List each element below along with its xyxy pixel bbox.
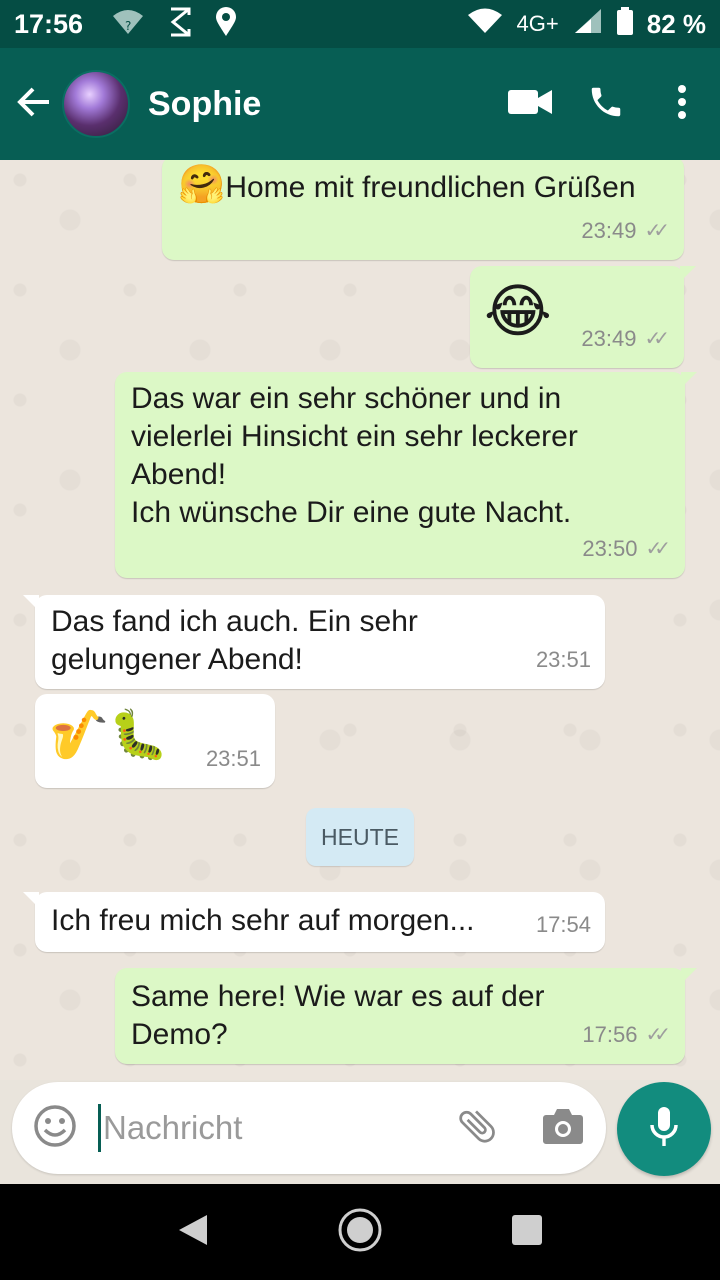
phone-icon bbox=[587, 83, 625, 126]
message-text-line: gelungener Abend! bbox=[51, 643, 303, 676]
message-time: 23:51 bbox=[535, 647, 591, 672]
signal-icon bbox=[573, 7, 603, 41]
message-time: 23:49 bbox=[581, 218, 637, 243]
triangle-back-icon bbox=[177, 1213, 209, 1252]
more-vert-icon bbox=[677, 84, 687, 125]
message-text: Ich freu mich sehr auf morgen... bbox=[51, 904, 475, 937]
message-incoming[interactable]: Das fand ich auch. Ein sehr gelungener A… bbox=[23, 595, 605, 689]
camera-button[interactable] bbox=[520, 1082, 606, 1174]
system-nav-bar bbox=[0, 1184, 720, 1280]
svg-text:?: ? bbox=[125, 19, 131, 33]
hugging-emoji: 🤗 bbox=[178, 164, 226, 206]
voice-call-button[interactable] bbox=[568, 48, 644, 160]
voice-message-button[interactable] bbox=[617, 1082, 711, 1176]
more-options-button[interactable] bbox=[644, 48, 720, 160]
microphone-icon bbox=[649, 1105, 679, 1154]
message-time: 23:50 bbox=[582, 536, 638, 561]
message-text-line: Same here! Wie war es auf der bbox=[131, 980, 545, 1013]
message-text: Home mit freundlichen Grüßen bbox=[225, 171, 636, 204]
double-check-icon: ✓✓ bbox=[644, 220, 669, 242]
message-text-line: Abend! bbox=[131, 458, 227, 491]
message-outgoing[interactable]: Same here! Wie war es auf der Demo? 17:5… bbox=[115, 968, 697, 1064]
network-type: 4G+ bbox=[516, 11, 559, 36]
message-incoming[interactable]: Ich freu mich sehr auf morgen... 17:54 bbox=[23, 892, 605, 952]
message-outgoing[interactable]: Das war ein sehr schöner und in vielerle… bbox=[115, 372, 697, 578]
text-caret bbox=[98, 1104, 101, 1152]
status-bar: 17:56 ? 4G+ 82 % bbox=[0, 0, 720, 48]
smiley-icon bbox=[33, 1104, 77, 1153]
message-text-line: Das war ein sehr schöner und in bbox=[131, 382, 562, 415]
video-call-button[interactable] bbox=[492, 48, 568, 160]
video-camera-icon bbox=[508, 88, 552, 121]
message-outgoing[interactable]: 🤗Home mit freundlichen Grüßen 23:49 ✓✓ bbox=[162, 160, 684, 260]
circle-home-icon bbox=[337, 1207, 383, 1258]
camera-icon bbox=[542, 1107, 584, 1150]
double-check-icon: ✓✓ bbox=[645, 1024, 670, 1046]
message-text-line: Das fand ich auch. Ein sehr bbox=[51, 605, 418, 638]
saxophone-caterpillar-emoji: 🎷🐛 bbox=[49, 709, 169, 762]
date-divider: HEUTE bbox=[306, 808, 414, 866]
battery-percent: 82 % bbox=[646, 8, 706, 39]
attach-button[interactable] bbox=[434, 1082, 520, 1174]
emoji-button[interactable] bbox=[12, 1082, 98, 1174]
avatar[interactable] bbox=[62, 70, 130, 138]
paperclip-icon bbox=[455, 1104, 499, 1153]
message-time: 23:49 bbox=[581, 326, 637, 351]
wifi-question-icon: ? bbox=[111, 8, 145, 41]
message-incoming[interactable]: 🎷🐛 23:51 bbox=[35, 694, 275, 788]
joy-emoji: 😂 bbox=[484, 279, 552, 344]
message-text-line: Ich wünsche Dir eine gute Nacht. bbox=[131, 496, 572, 529]
wifi-icon bbox=[467, 7, 503, 41]
message-text-line: Demo? bbox=[131, 1018, 228, 1051]
square-recents-icon bbox=[511, 1214, 543, 1251]
nav-back-button[interactable] bbox=[148, 1187, 238, 1277]
battery-icon bbox=[616, 7, 633, 41]
arrow-left-icon bbox=[17, 86, 51, 123]
chat-header: Sophie bbox=[0, 48, 720, 160]
message-composer bbox=[12, 1082, 606, 1174]
s-app-icon bbox=[167, 7, 193, 42]
message-outgoing[interactable]: 😂 23:49 ✓✓ bbox=[470, 266, 696, 368]
back-button[interactable] bbox=[4, 48, 64, 160]
message-time: 17:54 bbox=[535, 912, 591, 937]
message-input[interactable] bbox=[103, 1109, 433, 1147]
nav-recents-button[interactable] bbox=[482, 1187, 572, 1277]
chat-area[interactable]: 🤗Home mit freundlichen Grüßen 23:49 ✓✓ 😂… bbox=[0, 160, 720, 1080]
nav-home-button[interactable] bbox=[315, 1187, 405, 1277]
message-time: 17:56 bbox=[582, 1022, 638, 1047]
double-check-icon: ✓✓ bbox=[645, 538, 670, 560]
contact-name[interactable]: Sophie bbox=[148, 85, 261, 124]
location-icon bbox=[215, 6, 237, 42]
status-time: 17:56 bbox=[14, 8, 84, 39]
message-time: 23:51 bbox=[205, 746, 261, 771]
message-text-line: vielerlei Hinsicht ein sehr leckerer bbox=[131, 420, 578, 453]
double-check-icon: ✓✓ bbox=[644, 328, 669, 350]
